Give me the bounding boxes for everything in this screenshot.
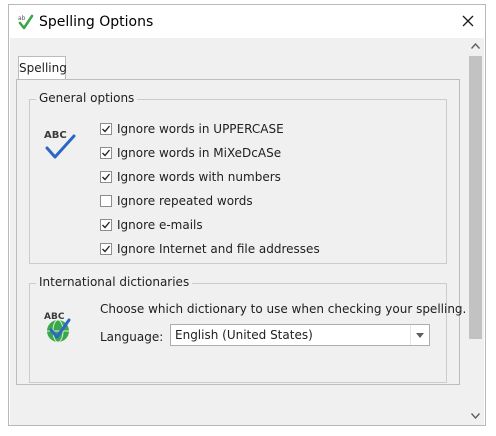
checkbox-box[interactable]: [100, 147, 112, 159]
abc-check-icon: ABC: [42, 126, 78, 163]
dictionary-description: Choose which dictionary to use when chec…: [100, 302, 467, 316]
scroll-up-button[interactable]: [467, 38, 484, 55]
title-bar: ab Spelling Options: [9, 5, 485, 37]
checkbox-label: Ignore words in UPPERCASE: [117, 122, 284, 136]
checkbox-label: Ignore words with numbers: [117, 170, 281, 184]
checkmark-icon: [102, 173, 111, 181]
language-dropdown[interactable]: English (United States): [170, 324, 430, 346]
checkbox-label: Ignore words in MiXeDcASe: [117, 146, 282, 160]
checkbox-label: Ignore Internet and file addresses: [117, 242, 320, 256]
close-icon: [462, 15, 474, 27]
checkmark-icon: [102, 221, 111, 229]
close-button[interactable]: [451, 5, 485, 37]
chevron-down-icon: [416, 333, 424, 338]
international-dictionaries-group: International dictionaries ABC Choose wh…: [29, 275, 466, 383]
spelling-options-dialog: ab Spelling Options Spelling General opt…: [8, 4, 486, 426]
svg-text:ABC: ABC: [44, 130, 67, 141]
checkbox-box[interactable]: [100, 195, 112, 207]
language-value: English (United States): [175, 328, 313, 342]
vertical-scrollbar[interactable]: [467, 38, 484, 425]
language-label: Language:: [100, 330, 164, 344]
svg-text:ABC: ABC: [44, 312, 65, 322]
chevron-up-icon: [471, 43, 480, 49]
tab-spelling[interactable]: Spelling: [18, 56, 67, 79]
tab-page-spelling: General options ABC Ignore words in UPPE…: [16, 79, 466, 385]
checkmark-icon: [102, 149, 111, 157]
checkmark-icon: [102, 245, 111, 253]
checkbox-box[interactable]: [100, 219, 112, 231]
checkbox-label: Ignore repeated words: [117, 194, 253, 208]
checkbox-box[interactable]: [100, 123, 112, 135]
svg-text:ab: ab: [18, 15, 26, 22]
abc-globe-icon: ABC: [42, 308, 76, 347]
dialog-content: Spelling General options ABC Ignore word…: [10, 38, 484, 425]
checkbox-box[interactable]: [100, 171, 112, 183]
dropdown-arrow-button[interactable]: [410, 325, 429, 345]
spell-check-icon: ab: [17, 13, 35, 31]
checkbox-box[interactable]: [100, 243, 112, 255]
checkmark-icon: [102, 125, 111, 133]
checkbox-label: Ignore e-mails: [117, 218, 203, 232]
scroll-thumb[interactable]: [469, 56, 482, 339]
general-options-title: General options: [36, 91, 138, 105]
scroll-down-button[interactable]: [467, 408, 484, 425]
chevron-down-icon: [471, 413, 480, 419]
window-title: Spelling Options: [39, 14, 154, 30]
international-dictionaries-title: International dictionaries: [36, 275, 193, 289]
general-options-group: General options ABC Ignore words in UPPE…: [29, 91, 447, 264]
